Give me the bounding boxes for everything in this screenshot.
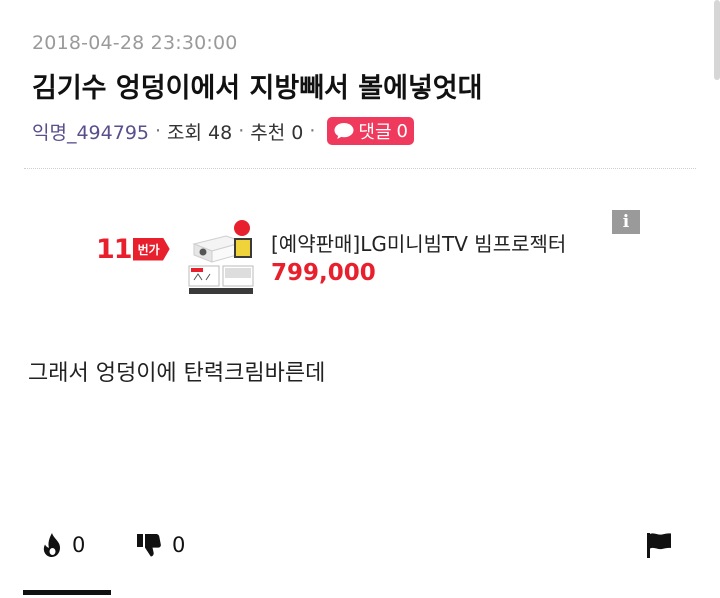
ad-banner[interactable]: 11 번가 [예약판매]LG미니빔TV 빔프로젝터 799,000 bbox=[96, 210, 646, 294]
scrollbar[interactable] bbox=[714, 0, 720, 80]
like-button[interactable]: 0 bbox=[42, 528, 85, 562]
report-button[interactable] bbox=[645, 528, 673, 562]
comment-count: 0 bbox=[396, 120, 408, 142]
divider bbox=[24, 168, 696, 169]
ad-price: 799,000 bbox=[271, 260, 376, 286]
dislike-button[interactable]: 0 bbox=[136, 528, 185, 562]
flame-icon bbox=[43, 533, 60, 558]
projector-product-image bbox=[186, 218, 256, 294]
ad-text: [예약판매]LG미니빔TV 빔프로젝터 799,000 bbox=[271, 228, 566, 286]
meta-separator: · bbox=[309, 120, 316, 142]
ad-logo-number: 11 bbox=[96, 233, 133, 265]
flag-icon bbox=[647, 533, 671, 558]
thumbs-down-icon bbox=[137, 534, 161, 557]
post-title: 김기수 엉덩이에서 지방빼서 볼에넣엇대 bbox=[32, 73, 483, 104]
ad-info-button[interactable]: i bbox=[612, 210, 640, 234]
comment-badge[interactable]: 댓글 0 bbox=[327, 117, 414, 145]
ad-product-name[interactable]: [예약판매]LG미니빔TV 빔프로젝터 bbox=[271, 228, 566, 257]
author-link[interactable]: 익명_494795 bbox=[32, 118, 149, 145]
views-count: 조회 48 bbox=[167, 121, 233, 144]
like-count: 0 bbox=[72, 533, 86, 557]
post-actions: 0 0 bbox=[0, 528, 720, 564]
meta-separator: · bbox=[238, 120, 245, 142]
ad-store-logo: 11 번가 bbox=[96, 233, 170, 265]
speech-bubble-icon bbox=[334, 123, 354, 139]
post-meta: 익명_494795 · 조회 48 · 추천 0 · 댓글 0 bbox=[32, 116, 414, 146]
ad-logo-tag: 번가 bbox=[132, 237, 170, 261]
meta-separator: · bbox=[155, 120, 162, 142]
active-tab-indicator bbox=[23, 590, 111, 595]
post-body: 그래서 엉덩이에 탄력크림바른데 bbox=[28, 361, 326, 386]
recommend-count: 추천 0 bbox=[250, 121, 304, 144]
comment-label: 댓글 bbox=[358, 122, 392, 143]
dislike-count: 0 bbox=[172, 533, 186, 557]
post-timestamp: 2018-04-28 23:30:00 bbox=[32, 32, 238, 54]
